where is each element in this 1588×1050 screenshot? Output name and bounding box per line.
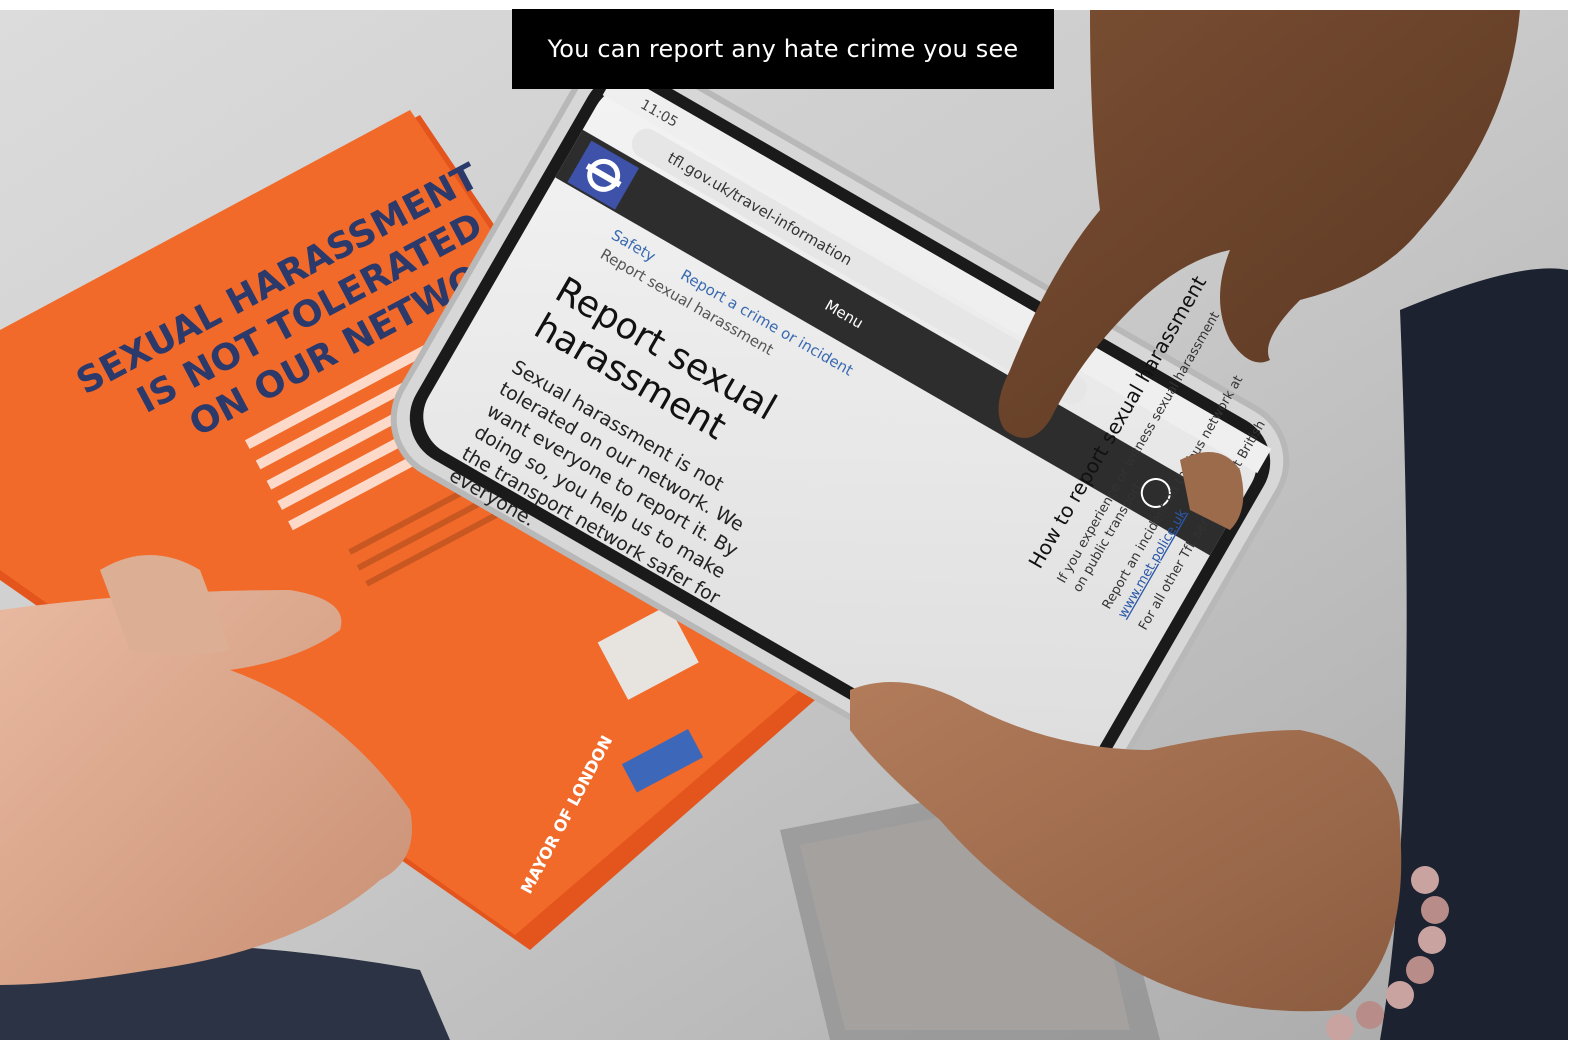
photo: SEXUAL HARASSMENT IS NOT TOLERATED ON OU… [0,10,1568,1040]
clothing-right [1380,268,1568,1040]
caption-banner: You can report any hate crime you see [512,9,1054,89]
photo-scene: SEXUAL HARASSMENT IS NOT TOLERATED ON OU… [0,10,1568,1040]
